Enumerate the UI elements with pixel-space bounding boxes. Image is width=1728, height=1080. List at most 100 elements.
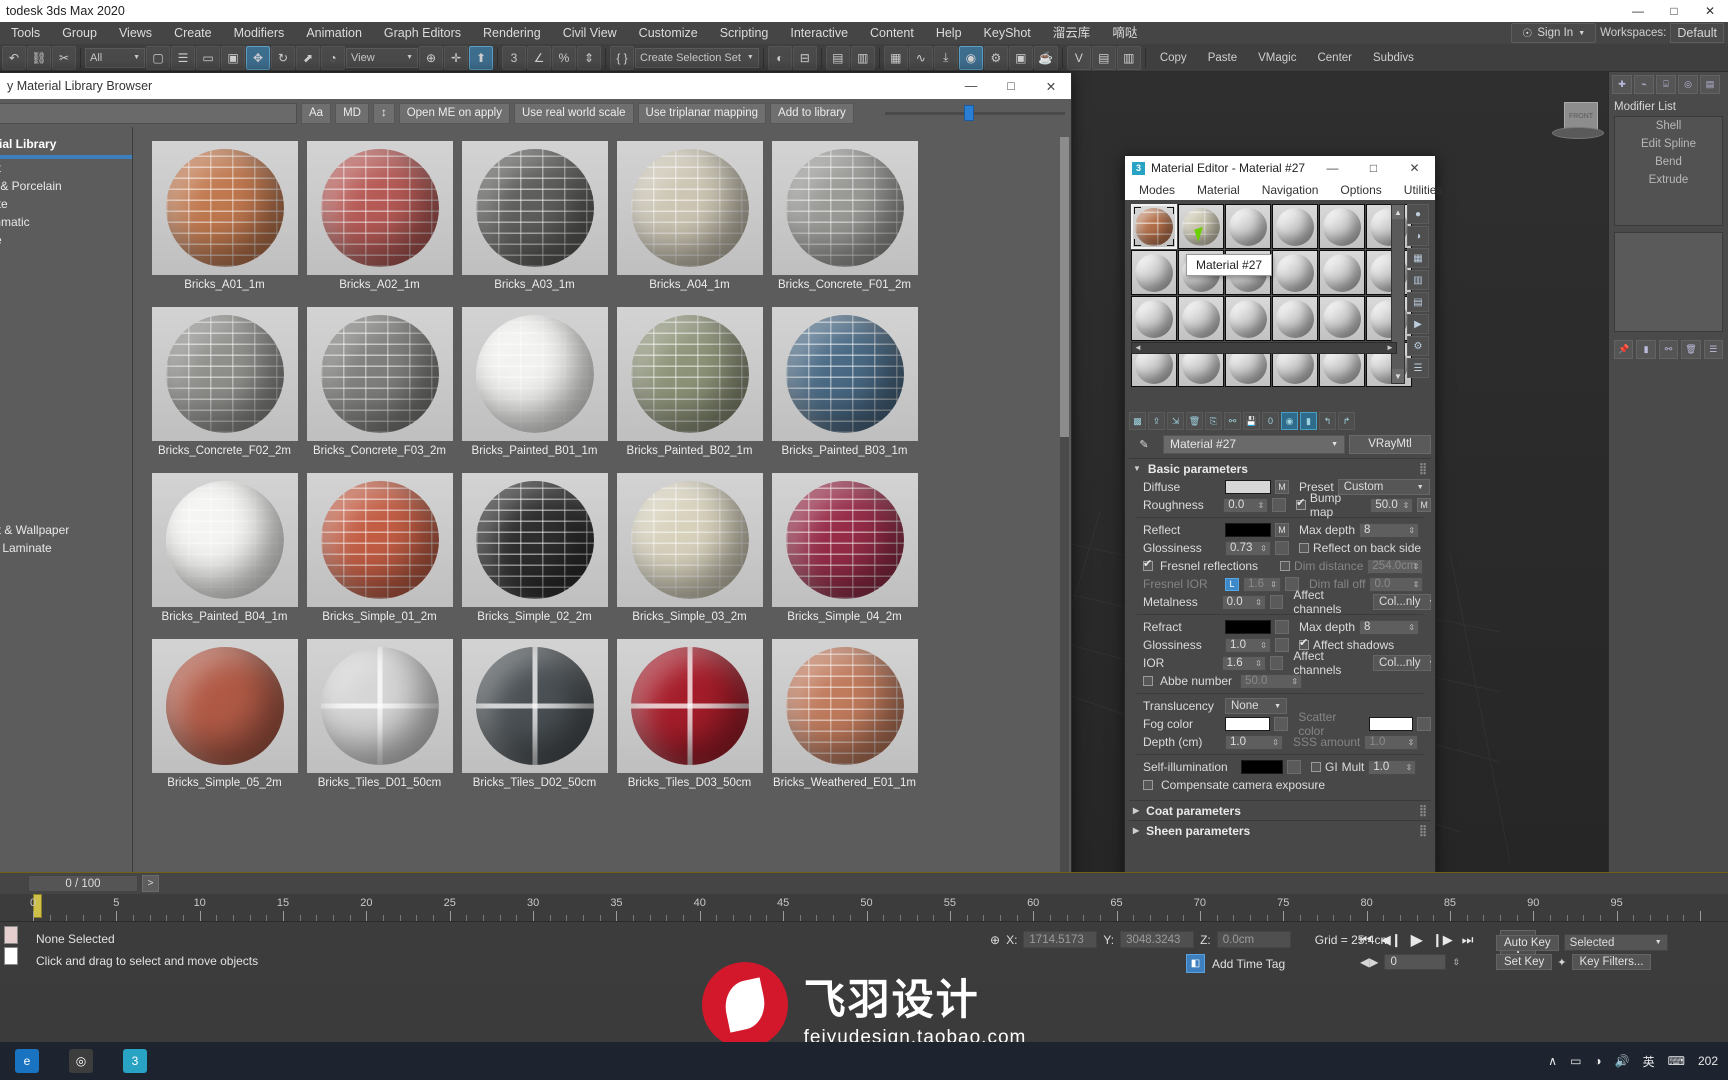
- clock[interactable]: 202: [1698, 1054, 1718, 1068]
- depth-spinner[interactable]: 1.0 ⇳: [1225, 734, 1283, 750]
- vray-icon[interactable]: V: [1066, 45, 1091, 70]
- vray-frame-icon[interactable]: ▤: [1091, 45, 1116, 70]
- key-mode-toggle-icon[interactable]: ◀▶: [1360, 955, 1378, 969]
- menu-item-scripting[interactable]: Scripting: [709, 22, 780, 44]
- material-thumbnail[interactable]: [771, 307, 918, 441]
- material-sample-slot[interactable]: [1131, 296, 1177, 341]
- menu-item-keyshot[interactable]: KeyShot: [973, 22, 1042, 44]
- options-icon[interactable]: ⚙: [1407, 336, 1429, 356]
- make-preview-icon[interactable]: ▶: [1407, 314, 1429, 334]
- render-setup-icon[interactable]: ⚙: [983, 45, 1008, 70]
- spinner-arrows-icon[interactable]: ⇳: [1260, 641, 1267, 650]
- reset-map-icon[interactable]: 🗑: [1186, 412, 1203, 430]
- modifier-item-shell[interactable]: Shell: [1615, 117, 1722, 135]
- scrollbar-thumb[interactable]: [1060, 137, 1069, 437]
- material-thumbnail[interactable]: [151, 141, 298, 275]
- roughness-spinner[interactable]: 0.0 ⇳: [1223, 497, 1269, 513]
- auto-key-button[interactable]: Auto Key: [1496, 934, 1559, 951]
- material-thumbnail[interactable]: [306, 307, 453, 441]
- scatter-color-map-button[interactable]: [1417, 717, 1431, 731]
- material-thumbnail[interactable]: [616, 307, 763, 441]
- x-coordinate-field[interactable]: 1714.5173: [1023, 931, 1098, 948]
- me-close-icon[interactable]: ✕: [1394, 156, 1435, 180]
- scene-explorer-icon[interactable]: ▥: [850, 45, 875, 70]
- tab-motion-icon[interactable]: ◎: [1678, 74, 1698, 94]
- select-by-name-icon[interactable]: ☰: [171, 45, 195, 70]
- material-name-input[interactable]: Material #27 ▼: [1163, 434, 1345, 454]
- menu-item-interactive[interactable]: Interactive: [779, 22, 859, 44]
- material-sample-slot[interactable]: [1366, 250, 1412, 295]
- put-to-scene-icon[interactable]: ⇪: [1148, 412, 1165, 430]
- material-id-channel-icon[interactable]: 0: [1262, 412, 1279, 430]
- copy-button[interactable]: Copy: [1150, 52, 1197, 64]
- spinner-arrows-icon[interactable]: ⇳: [1452, 957, 1460, 968]
- menu-item-animation[interactable]: Animation: [295, 22, 373, 44]
- material-thumbnail[interactable]: [616, 473, 763, 607]
- sample-type-icon[interactable]: ●: [1407, 204, 1429, 224]
- mlb-search-input[interactable]: [0, 102, 297, 124]
- material-thumbnail[interactable]: [771, 639, 918, 773]
- current-frame-field[interactable]: 0 / 100: [28, 875, 138, 892]
- absolute-mode-icon[interactable]: ⊕: [990, 933, 1000, 947]
- abbe-number-checkbox[interactable]: [1143, 676, 1153, 686]
- reflect-glossiness-map-button[interactable]: [1275, 541, 1289, 555]
- material-thumbnail[interactable]: [151, 307, 298, 441]
- current-key-field[interactable]: 0: [1384, 954, 1447, 970]
- reflect-color-swatch[interactable]: [1225, 523, 1271, 537]
- close-icon[interactable]: ✕: [1692, 0, 1728, 22]
- modifier-item-extrude[interactable]: Extrude: [1615, 171, 1722, 189]
- material-thumbnail[interactable]: [616, 141, 763, 275]
- material-library-item[interactable]: Bricks_Simple_02_2m: [457, 473, 612, 639]
- material-sample-slot[interactable]: [1131, 204, 1177, 249]
- material-thumbnail[interactable]: [306, 473, 453, 607]
- material-thumbnail[interactable]: [151, 639, 298, 773]
- spinner-arrows-icon[interactable]: ⇳: [1260, 544, 1267, 553]
- menu-item-civil-view[interactable]: Civil View: [552, 22, 628, 44]
- menu-item-customize[interactable]: Customize: [628, 22, 709, 44]
- selection-filter-combo[interactable]: All ▼: [85, 47, 145, 68]
- snap-toggle-icon[interactable]: ✛: [444, 45, 468, 70]
- modifier-item-edit-spline[interactable]: Edit Spline: [1615, 135, 1722, 153]
- pivot-point-icon[interactable]: ⊕: [419, 45, 443, 70]
- show-hidden-icons-icon[interactable]: ∧: [1548, 1054, 1557, 1068]
- maximize-icon[interactable]: □: [1656, 0, 1692, 22]
- material-library-item[interactable]: Bricks_Simple_04_2m: [767, 473, 922, 639]
- make-unique-icon[interactable]: ⚯: [1658, 340, 1679, 359]
- go-to-start-icon[interactable]: ⏮: [1360, 932, 1372, 948]
- refract-glossiness-spinner[interactable]: 1.0 ⇳: [1225, 637, 1271, 653]
- play-animation-icon[interactable]: ▶: [1411, 930, 1423, 950]
- bump-map-button[interactable]: M: [1417, 498, 1431, 512]
- spinner-arrows-icon[interactable]: ⇳: [1270, 580, 1277, 589]
- tab-create-icon[interactable]: ✚: [1612, 74, 1632, 94]
- set-key-toggle-button[interactable]: Set Key: [1496, 954, 1553, 970]
- y-coordinate-field[interactable]: 3048.3243: [1120, 931, 1195, 948]
- diffuse-map-button[interactable]: M: [1275, 480, 1289, 494]
- material-thumbnail[interactable]: [771, 473, 918, 607]
- reflect-affect-channels-dropdown[interactable]: Col...nly ▼: [1373, 594, 1431, 610]
- put-to-library-icon[interactable]: 💾: [1243, 412, 1260, 430]
- material-library-item[interactable]: Bricks_Concrete_F02_2m: [147, 307, 302, 473]
- modifier-stack-box[interactable]: [1614, 232, 1723, 332]
- metalness-spinner[interactable]: 0.0 ⇳: [1221, 594, 1266, 610]
- spinner-arrows-icon[interactable]: ⇳: [1408, 526, 1415, 535]
- material-library-item[interactable]: Bricks_Tiles_D02_50cm: [457, 639, 612, 805]
- material-sample-slot[interactable]: [1319, 296, 1365, 341]
- abbe-number-spinner[interactable]: 50.0 ⇳: [1240, 673, 1303, 689]
- pin-stack-icon[interactable]: 📌: [1614, 340, 1634, 359]
- paste-button[interactable]: Paste: [1198, 52, 1247, 64]
- scroll-up-icon[interactable]: ▲: [1392, 205, 1404, 219]
- previous-frame-icon[interactable]: ◀❙: [1381, 932, 1402, 948]
- mlb-category-item[interactable]: d: [0, 275, 132, 293]
- material-sample-slot[interactable]: [1366, 296, 1412, 341]
- show-in-viewport-icon[interactable]: ◉: [1281, 412, 1298, 430]
- material-thumbnail[interactable]: [461, 473, 608, 607]
- select-rotate-icon[interactable]: ↻: [271, 45, 295, 70]
- me-menu-modes[interactable]: Modes: [1139, 183, 1175, 197]
- taskbar-item-edge[interactable]: e: [0, 1042, 54, 1080]
- mlb-vertical-scrollbar[interactable]: [1060, 137, 1069, 897]
- mlb-maximize-icon[interactable]: □: [991, 73, 1031, 99]
- scroll-down-icon[interactable]: ▼: [1392, 369, 1404, 383]
- spinner-arrows-icon[interactable]: ⇳: [1408, 738, 1415, 747]
- material-sample-slot[interactable]: [1178, 296, 1224, 341]
- rollout-sheen-header[interactable]: ▶ Sheen parameters ⣿: [1129, 821, 1431, 840]
